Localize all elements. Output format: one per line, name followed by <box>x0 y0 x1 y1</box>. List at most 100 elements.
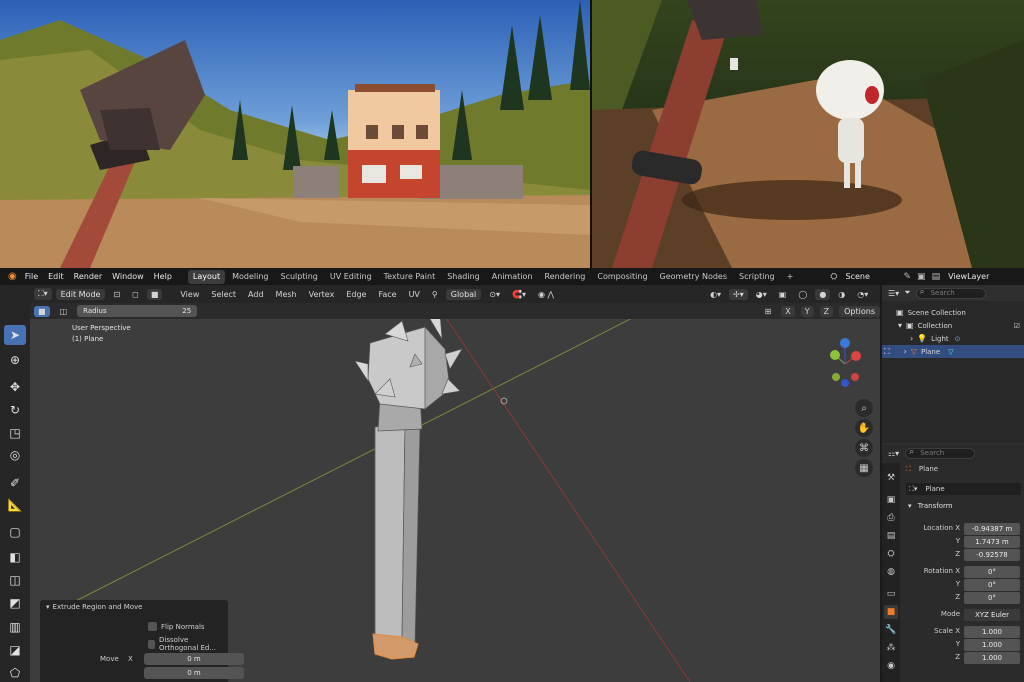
checkbox-icon[interactable]: ☑ <box>1014 322 1020 330</box>
outliner-type-icon[interactable]: ☰▾ <box>888 289 899 298</box>
mode-selector[interactable]: Edit Mode <box>55 288 106 300</box>
menu-help[interactable]: Help <box>149 268 177 285</box>
tab-scripting[interactable]: Scripting <box>734 270 780 284</box>
vertex-select-icon[interactable]: ⊡ <box>109 289 124 300</box>
physics-tab-icon[interactable]: ◉ <box>884 659 898 673</box>
dissolve-checkbox[interactable] <box>148 639 156 649</box>
object-data-row[interactable]: ⛶▾ Plane <box>906 483 1021 495</box>
particles-tab-icon[interactable]: ⁂ <box>884 641 898 655</box>
mirror-y-button[interactable]: Y <box>800 305 814 317</box>
tree-item-collection[interactable]: ▾ ▣ Collection ☑ <box>882 319 1024 332</box>
viewlayer-selector[interactable]: ViewLayer <box>943 268 994 285</box>
camera-icon[interactable]: ⌘ <box>855 439 873 457</box>
output-tab-icon[interactable]: ⎙ <box>884 511 898 525</box>
gizmo-icon[interactable]: ✢▾ <box>729 288 748 300</box>
menu-edge[interactable]: Edge <box>342 289 370 300</box>
new-scene-icon[interactable]: ▣ <box>914 272 929 282</box>
radius-field[interactable]: Radius 25 <box>77 305 198 317</box>
menu-uv[interactable]: UV <box>405 289 424 300</box>
tab-texture-paint[interactable]: Texture Paint <box>379 270 441 284</box>
shading-solid-icon[interactable]: ● <box>815 288 831 300</box>
location-z-field[interactable]: -0.92578 <box>964 549 1020 561</box>
annotate-tool-icon[interactable]: ✐ <box>4 473 26 493</box>
orientation-icon[interactable]: ⚲ <box>428 289 442 300</box>
grid-toggle-icon[interactable]: ▦ <box>855 459 873 477</box>
editor-type-icon[interactable]: ⛶▾ <box>34 288 52 300</box>
menu-render[interactable]: Render <box>69 268 107 285</box>
dissolve-row[interactable]: Dissolve Orthogonal Ed... <box>148 636 228 652</box>
filter-icon[interactable]: ⏷ <box>904 288 910 298</box>
object-tab-icon[interactable]: ■ <box>884 605 898 619</box>
tab-geometry-nodes[interactable]: Geometry Nodes <box>655 270 732 284</box>
tab-sculpting[interactable]: Sculpting <box>276 270 323 284</box>
rotation-mode-select[interactable]: XYZ Euler <box>964 609 1020 621</box>
orientation-selector[interactable]: Global <box>445 288 482 300</box>
collapse-icon[interactable]: ▾ <box>908 502 912 510</box>
scene-icon[interactable]: ⛭ <box>827 272 840 282</box>
rotation-y-field[interactable]: 0° <box>964 579 1020 591</box>
visibility-icon[interactable]: ◐▾ <box>706 289 725 300</box>
pan-hand-icon[interactable]: ✋ <box>855 419 873 437</box>
menu-face[interactable]: Face <box>374 289 400 300</box>
knife-tool-icon[interactable]: ◪ <box>4 640 26 660</box>
bevel-tool-icon[interactable]: ◩ <box>4 593 26 613</box>
face-select-icon[interactable]: ■ <box>146 288 163 300</box>
rotation-x-field[interactable]: 0° <box>964 566 1020 578</box>
tab-layout[interactable]: Layout <box>187 269 226 284</box>
loop-cut-tool-icon[interactable]: ▥ <box>4 617 26 637</box>
pivot-icon[interactable]: ⊙▾ <box>485 289 504 300</box>
proportional-icon[interactable]: ◉ ⋀ <box>534 289 558 300</box>
scale-z-field[interactable]: 1.000 <box>964 652 1020 664</box>
rotate-tool-icon[interactable]: ↻ <box>4 400 26 420</box>
modifier-tab-icon[interactable]: 🔧 <box>884 623 898 637</box>
measure-tool-icon[interactable]: 📐 <box>4 495 26 515</box>
flip-normals-checkbox[interactable] <box>148 622 157 631</box>
xray-icon[interactable]: ▣ <box>775 289 791 300</box>
flip-normals-row[interactable]: Flip Normals <box>148 622 205 631</box>
inset-tool-icon[interactable]: ◫ <box>4 570 26 590</box>
tab-compositing[interactable]: Compositing <box>592 270 652 284</box>
render-tab-icon[interactable]: ▣ <box>884 493 898 507</box>
rotation-z-field[interactable]: 0° <box>964 592 1020 604</box>
transform-tool-icon[interactable]: ◎ <box>4 445 26 465</box>
collection-tab-icon[interactable]: ▭ <box>884 587 898 601</box>
extrude-tool-icon[interactable]: ◧ <box>4 547 26 567</box>
scale-x-field[interactable]: 1.000 <box>964 626 1020 638</box>
move-tool-icon[interactable]: ✥ <box>4 377 26 397</box>
collapse-icon[interactable]: ▾ <box>46 603 50 611</box>
scene-selector[interactable]: Scene <box>841 268 901 285</box>
properties-type-icon[interactable]: ⚏▾ <box>888 449 899 458</box>
add-workspace-button[interactable]: + <box>782 270 799 284</box>
tree-item-plane[interactable]: ⛶ › ▽ Plane ▽ <box>882 345 1024 358</box>
expand-icon[interactable]: › <box>910 334 913 343</box>
expand-icon[interactable]: › <box>904 347 907 356</box>
mirror-icon[interactable]: ⊞ <box>761 306 776 317</box>
tab-shading[interactable]: Shading <box>442 270 485 284</box>
menu-window[interactable]: Window <box>107 268 149 285</box>
tab-modeling[interactable]: Modeling <box>227 270 273 284</box>
properties-search-input[interactable]: Search <box>905 448 976 459</box>
world-tab-icon[interactable]: ◍ <box>884 565 898 579</box>
outliner-search-input[interactable]: Search <box>915 287 986 299</box>
select-mode-icon[interactable]: ⛶ <box>884 347 890 357</box>
shading-render-icon[interactable]: ◔▾ <box>853 289 872 300</box>
move-x-field[interactable]: 0 m <box>144 653 244 665</box>
shading-wire-icon[interactable]: ◯ <box>794 289 811 300</box>
viewlayer-icon[interactable]: ▤ <box>929 272 944 282</box>
blender-logo-icon[interactable]: ◉ <box>0 271 20 282</box>
view-layer-tab-icon[interactable]: ▤ <box>884 529 898 543</box>
menu-view[interactable]: View <box>176 289 203 300</box>
transform-panel-header[interactable]: ▾ Transform <box>908 502 1022 510</box>
select-mode-extend-icon[interactable]: ◫ <box>56 306 72 317</box>
edge-select-icon[interactable]: ◻ <box>128 289 143 300</box>
menu-select[interactable]: Select <box>207 289 240 300</box>
menu-file[interactable]: File <box>20 268 43 285</box>
select-mode-new-icon[interactable]: ■ <box>34 305 50 317</box>
snap-icon[interactable]: 🧲▾ <box>508 289 530 300</box>
options-dropdown[interactable]: Options <box>839 305 880 317</box>
tab-animation[interactable]: Animation <box>487 270 538 284</box>
tool-tab-icon[interactable]: ⚒ <box>884 471 898 485</box>
menu-vertex[interactable]: Vertex <box>305 289 339 300</box>
tree-item-light[interactable]: › 💡 Light ⊙ <box>882 332 1024 345</box>
operator-panel[interactable]: ▾ Extrude Region and Move Flip Normals D… <box>40 600 244 682</box>
